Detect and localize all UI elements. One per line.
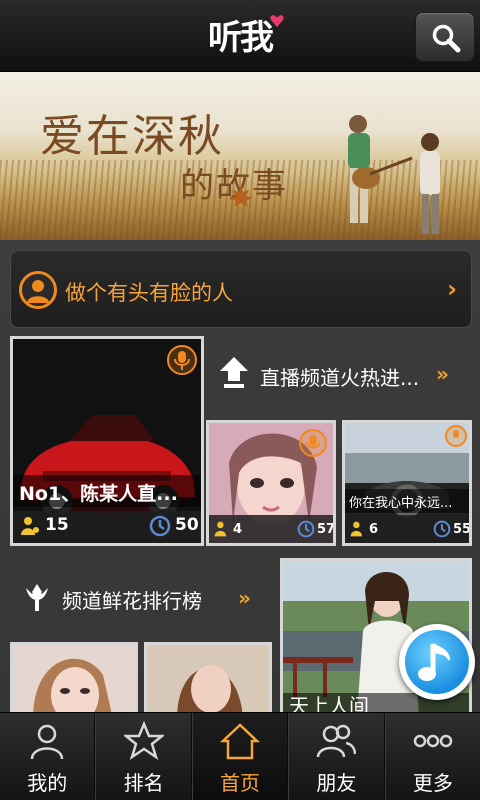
listener-count: 6 bbox=[369, 522, 379, 537]
profile-prompt-text: 做个有头有脸的人 bbox=[65, 281, 233, 305]
nav-item-more[interactable]: 更多 bbox=[384, 713, 480, 800]
nav-item-home[interactable]: 首页 bbox=[191, 713, 289, 800]
app-screen: 听我 爱在深秋 的故事 做个有头有脸的人 › No1、陈某人直... 15 50… bbox=[0, 0, 480, 800]
nav-item-rank[interactable]: 排名 bbox=[95, 713, 192, 800]
promo-banner[interactable]: 爱在深秋 的故事 bbox=[0, 72, 480, 240]
top-header: 听我 bbox=[0, 0, 480, 72]
maple-leaf-icon bbox=[229, 185, 253, 207]
banner-title: 爱在深秋 bbox=[40, 111, 224, 162]
listener-count: 4 bbox=[233, 522, 243, 537]
nav-item-mine[interactable]: 我的 bbox=[0, 713, 96, 800]
heart-icon bbox=[270, 15, 284, 27]
girl-thumbnail bbox=[147, 645, 269, 719]
search-button[interactable] bbox=[415, 12, 475, 62]
app-logo: 听我 bbox=[208, 18, 274, 58]
chevron-right-icon: › bbox=[447, 275, 457, 303]
channel-tile[interactable]: 你在我心中永远... 6 55 bbox=[342, 420, 472, 546]
music-button-face bbox=[405, 630, 469, 694]
listeners-icon bbox=[21, 517, 39, 535]
live-mic-icon bbox=[445, 425, 467, 447]
home-icon bbox=[220, 723, 261, 760]
nav-item-friends[interactable]: 朋友 bbox=[288, 713, 385, 800]
flower-ranking-title[interactable]: 频道鲜花排行榜 bbox=[62, 585, 202, 614]
more-chevron-icon[interactable]: » bbox=[238, 586, 251, 610]
upload-arrow-icon bbox=[220, 357, 248, 388]
star-rank-icon bbox=[123, 721, 164, 760]
featured-channel-tile[interactable]: No1、陈某人直... 15 50 bbox=[10, 336, 204, 546]
music-player-button[interactable] bbox=[399, 624, 475, 700]
view-count: 57 bbox=[317, 522, 336, 537]
view-count: 55 bbox=[453, 522, 472, 537]
bottom-nav: 我的 排名 首页 朋友 更多 bbox=[0, 712, 480, 800]
girl-thumbnail bbox=[13, 645, 135, 719]
view-count: 50 bbox=[175, 515, 199, 535]
flower-tile[interactable] bbox=[144, 642, 272, 722]
nav-label: 更多 bbox=[412, 771, 453, 795]
tulip-icon bbox=[26, 584, 48, 611]
listeners-icon bbox=[350, 521, 363, 537]
channel-tile[interactable]: 4 57 bbox=[206, 420, 336, 546]
flower-tile[interactable] bbox=[10, 642, 138, 722]
music-note-icon bbox=[418, 643, 450, 681]
nav-label: 朋友 bbox=[316, 771, 357, 795]
more-chevron-icon[interactable]: » bbox=[436, 362, 449, 386]
user-icon bbox=[30, 724, 64, 760]
listeners-icon bbox=[214, 521, 227, 537]
couple-illustration bbox=[348, 115, 440, 234]
more-icon bbox=[413, 734, 453, 748]
clock-icon bbox=[433, 520, 451, 538]
clock-icon bbox=[297, 520, 315, 538]
tile-caption: 你在我心中永远... bbox=[345, 489, 469, 513]
nav-label: 我的 bbox=[27, 771, 68, 795]
person-icon bbox=[19, 271, 57, 309]
search-icon bbox=[432, 24, 461, 53]
clock-icon bbox=[149, 515, 171, 537]
nav-label: 排名 bbox=[123, 771, 164, 795]
featured-meta bbox=[13, 511, 201, 543]
friends-icon bbox=[317, 724, 357, 758]
live-section-title[interactable]: 直播频道火热进... bbox=[260, 362, 419, 391]
featured-caption: No1、陈某人直... bbox=[13, 475, 201, 507]
nav-label: 首页 bbox=[220, 771, 261, 795]
live-mic-icon bbox=[167, 345, 197, 375]
listener-count: 15 bbox=[45, 515, 69, 535]
profile-prompt-bar[interactable]: 做个有头有脸的人 › bbox=[10, 250, 472, 328]
live-mic-icon bbox=[299, 429, 327, 457]
